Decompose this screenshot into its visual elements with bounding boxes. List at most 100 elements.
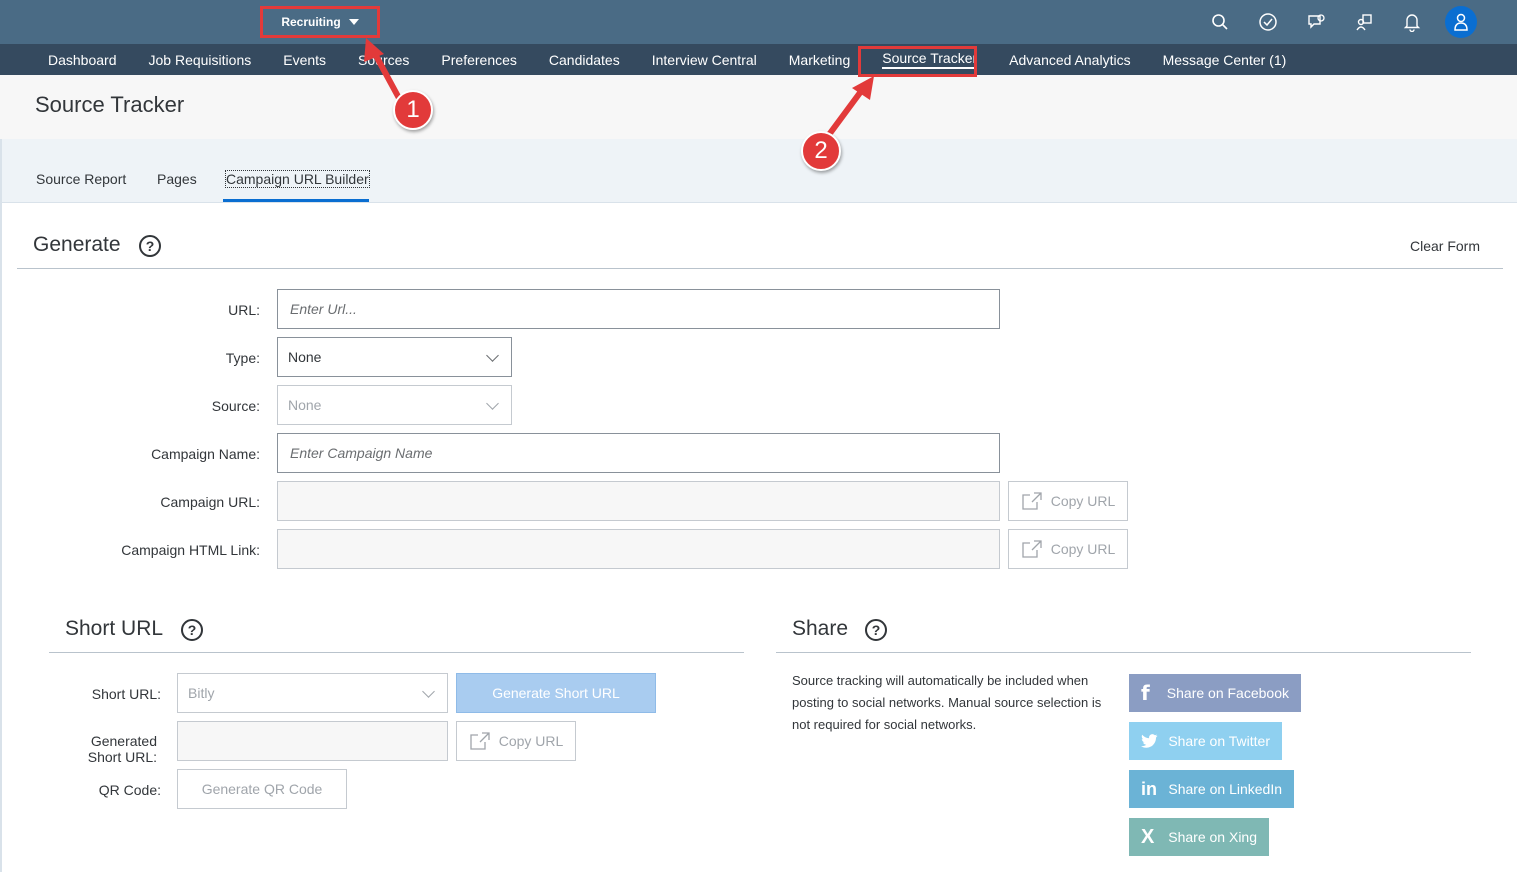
source-value: None: [288, 397, 322, 413]
generate-divider: [17, 268, 1503, 269]
nav-candidates[interactable]: Candidates: [533, 44, 636, 75]
short-url-provider-value: Bitly: [188, 685, 215, 701]
campaign-url-label: Campaign URL:: [160, 494, 260, 510]
nav-marketing[interactable]: Marketing: [773, 44, 866, 75]
share-help-icon[interactable]: ?: [865, 619, 887, 641]
qr-code-label: QR Code:: [98, 782, 161, 798]
copy-url-label: Copy URL: [498, 733, 564, 749]
nav-job-requisitions[interactable]: Job Requisitions: [133, 44, 268, 75]
nav-label: Message Center (1): [1162, 51, 1287, 68]
linkedin-icon: in: [1141, 778, 1157, 799]
main-navigation: Dashboard Job Requisitions Events Source…: [0, 44, 1517, 75]
source-select[interactable]: None: [277, 385, 512, 425]
check-circle-icon[interactable]: [1253, 7, 1283, 37]
share-xing-label: Share on Xing: [1168, 829, 1257, 845]
copy-link-icon: [470, 732, 490, 750]
nav-label: Preferences: [441, 51, 517, 68]
bell-icon[interactable]: [1397, 7, 1427, 37]
campaign-url-field[interactable]: [277, 481, 1000, 521]
generated-label-line2: Short URL:: [87, 749, 157, 765]
shell-actions: [1205, 0, 1477, 44]
nav-interview-central[interactable]: Interview Central: [636, 44, 773, 75]
share-facebook-label: Share on Facebook: [1166, 685, 1289, 701]
nav-label: Candidates: [548, 51, 620, 68]
share-section-title: Share: [792, 617, 849, 640]
nav-label: Marketing: [788, 51, 851, 68]
copy-campaign-url-button[interactable]: Copy URL: [1008, 481, 1128, 521]
share-twitter-button[interactable]: Share on Twitter: [1129, 722, 1282, 760]
copy-link-icon: [1022, 492, 1042, 510]
copy-url-label: Copy URL: [1050, 493, 1116, 509]
shell-bar: Recruiting: [0, 0, 1517, 44]
nav-advanced-analytics[interactable]: Advanced Analytics: [993, 44, 1146, 75]
share-divider: [776, 652, 1471, 653]
short-url-label: Short URL:: [91, 686, 161, 702]
url-input[interactable]: Enter Url...: [277, 289, 1000, 329]
people-icon[interactable]: [1349, 7, 1379, 37]
nav-label: Advanced Analytics: [1009, 51, 1131, 68]
short-url-divider: [49, 652, 744, 653]
nav-label: Interview Central: [651, 51, 757, 68]
generate-short-url-button[interactable]: Generate Short URL: [456, 673, 656, 713]
page-title: Source Tracker: [35, 92, 185, 117]
page-left-border: [0, 139, 2, 872]
share-facebook-button[interactable]: f Share on Facebook: [1129, 674, 1301, 712]
url-label: URL:: [228, 302, 260, 318]
active-tab-indicator: [223, 199, 369, 202]
copy-short-url-button[interactable]: Copy URL: [456, 721, 576, 761]
nav-preferences[interactable]: Preferences: [425, 44, 532, 75]
share-linkedin-button[interactable]: in Share on LinkedIn: [1129, 770, 1294, 808]
generate-section-title: Generate: [33, 233, 121, 256]
campaign-html-link-label: Campaign HTML Link:: [121, 542, 260, 558]
copy-link-icon: [1022, 540, 1042, 558]
feedback-icon[interactable]: [1301, 7, 1331, 37]
step-badge-1: 1: [393, 90, 433, 130]
type-label: Type:: [225, 350, 260, 366]
generate-help-icon[interactable]: ?: [139, 235, 161, 257]
step-badge-2: 2: [801, 131, 841, 171]
user-avatar-icon[interactable]: [1445, 6, 1477, 38]
type-select[interactable]: None: [277, 337, 512, 377]
short-url-section-title: Short URL: [65, 617, 164, 640]
tab-pages[interactable]: Pages: [157, 171, 197, 187]
short-url-help-icon[interactable]: ?: [181, 619, 203, 641]
chevron-down-icon: [422, 685, 435, 698]
generate-qr-code-button[interactable]: Generate QR Code: [177, 769, 347, 809]
chevron-down-icon: [486, 397, 499, 410]
tab-source-report[interactable]: Source Report: [36, 171, 126, 187]
share-xing-button[interactable]: X Share on Xing: [1129, 818, 1269, 856]
copy-html-link-button[interactable]: Copy URL: [1008, 529, 1128, 569]
nav-dashboard[interactable]: Dashboard: [32, 44, 133, 75]
campaign-html-link-field[interactable]: [277, 529, 1000, 569]
generated-label-line1: Generated: [90, 733, 157, 749]
facebook-icon: f: [1141, 681, 1150, 705]
clear-form-link[interactable]: Clear Form: [1410, 238, 1480, 254]
share-linkedin-label: Share on LinkedIn: [1168, 781, 1282, 797]
campaign-name-input[interactable]: Enter Campaign Name: [277, 433, 1000, 473]
nav-label: Sources: [358, 51, 410, 68]
copy-url-label: Copy URL: [1050, 541, 1116, 557]
url-placeholder: Enter Url...: [290, 301, 357, 317]
nav-message-center[interactable]: Message Center (1): [1147, 44, 1303, 75]
nav-label: Dashboard: [48, 51, 117, 68]
nav-label: Events: [283, 51, 327, 68]
short-url-provider-select[interactable]: Bitly: [177, 673, 448, 713]
type-value: None: [288, 349, 322, 365]
campaign-name-label: Campaign Name:: [151, 446, 260, 462]
highlight-box-recruiting: [260, 6, 380, 38]
search-icon[interactable]: [1205, 7, 1235, 37]
tab-bar: Source Report Pages Campaign URL Builder: [0, 139, 1517, 203]
generated-short-url-field[interactable]: [177, 721, 448, 761]
campaign-name-placeholder: Enter Campaign Name: [290, 445, 433, 461]
nav-sources[interactable]: Sources: [342, 44, 425, 75]
page-header: Source Tracker: [0, 75, 1517, 139]
twitter-icon: [1141, 734, 1158, 748]
source-label: Source:: [211, 398, 260, 414]
share-twitter-label: Share on Twitter: [1168, 733, 1270, 749]
chevron-down-icon: [486, 349, 499, 362]
tab-campaign-url-builder[interactable]: Campaign URL Builder: [225, 170, 370, 188]
nav-label: Job Requisitions: [148, 51, 252, 68]
nav-events[interactable]: Events: [267, 44, 342, 75]
xing-icon: X: [1141, 825, 1155, 848]
share-description: Source tracking will automatically be in…: [792, 673, 1102, 732]
